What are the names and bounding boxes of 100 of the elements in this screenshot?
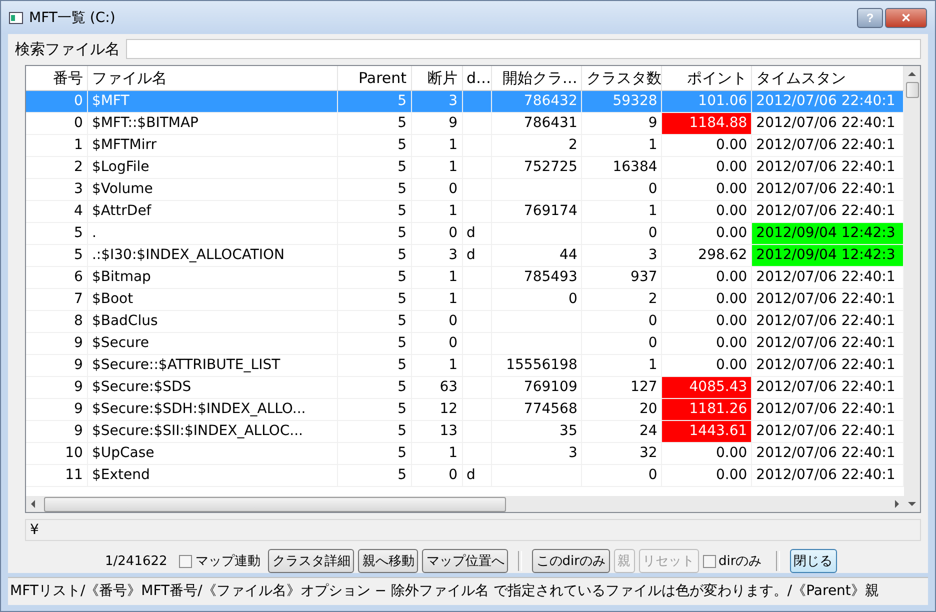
timestamp-cell-text: 2012/07/06 22:40:1 bbox=[755, 114, 896, 134]
fragment-cell-text: 63 bbox=[438, 378, 459, 398]
cluster-count-cell-text: 127 bbox=[630, 378, 658, 398]
number-cell-text: 2 bbox=[73, 158, 84, 178]
action-button[interactable]: マップ位置へ bbox=[422, 549, 508, 574]
action-button[interactable]: 閉じる bbox=[790, 549, 837, 574]
cluster-count-cell-text: 59328 bbox=[612, 92, 658, 112]
cluster-count-cell-text: 24 bbox=[638, 422, 658, 442]
filename-cell-text: . bbox=[90, 224, 98, 244]
table-row[interactable]: 7 $Boot 5 1 0 2 0.00 2012/07/06 22:40:1 bbox=[26, 289, 904, 312]
action-button[interactable]: クラスタ詳細 bbox=[268, 549, 354, 574]
cluster-count-cell-text: 1 bbox=[647, 136, 658, 156]
column-header[interactable]: ファイル名 bbox=[88, 66, 338, 90]
fragment-cell-text: 1 bbox=[448, 202, 459, 222]
point-cell-text: 0.00 bbox=[715, 202, 748, 222]
column-header[interactable]: 断片 bbox=[412, 66, 463, 90]
table-row[interactable]: 5 .:$I30:$INDEX_ALLOCATION 5 3 d 44 3 298.62 2012/09/04 12:42:3 bbox=[26, 245, 904, 268]
table-row[interactable]: 9 $Secure:$SDS 5 63 769109 127 4085.43 2012/07/06 22:40:1 bbox=[26, 377, 904, 400]
horizontal-scrollbar[interactable] bbox=[26, 496, 904, 512]
fragment-cell-text: 3 bbox=[448, 92, 459, 112]
fragment-cell-text: 1 bbox=[448, 356, 459, 376]
column-header[interactable]: d… bbox=[462, 66, 492, 90]
point-cell-text: 0.00 bbox=[715, 136, 748, 156]
action-button[interactable]: このdirのみ bbox=[532, 549, 610, 574]
scroll-right-icon[interactable] bbox=[894, 500, 900, 508]
checkbox[interactable]: マップ連動 bbox=[179, 552, 260, 570]
scroll-thumb[interactable] bbox=[44, 496, 506, 512]
dir-flag-cell-text: d bbox=[466, 224, 476, 244]
point-cell-text: 0.00 bbox=[715, 444, 748, 464]
window-title: MFT一覧 (C:) bbox=[29, 8, 116, 27]
filename-cell-text: $BadClus bbox=[90, 312, 159, 332]
table-row[interactable]: 1 $MFTMirr 5 1 2 1 0.00 2012/07/06 22:40:1 bbox=[26, 135, 904, 158]
number-cell-text: 9 bbox=[73, 334, 84, 354]
table-row[interactable]: 8 $BadClus 5 0 0 0.00 2012/07/06 22:40:1 bbox=[26, 311, 904, 334]
table-row[interactable]: 11 $Extend 5 0 d 0 0.00 2012/07/06 22:40:1 bbox=[26, 465, 904, 488]
column-header[interactable]: 開始クラ… bbox=[492, 66, 582, 90]
start-cluster-cell-text: 785493 bbox=[522, 268, 578, 288]
column-header[interactable]: Parent bbox=[338, 66, 412, 90]
fragment-cell-text: 1 bbox=[448, 290, 459, 310]
table-row[interactable]: 9 $Secure:$SDH:$INDEX_ALLO... 5 12 774568 20 1181.26 2012/07/06 22:40:1 bbox=[26, 399, 904, 422]
table-row[interactable]: 9 $Secure::$ATTRIBUTE_LIST 5 1 15556198 1 0.00 2012/07/06 22:40:1 bbox=[26, 355, 904, 378]
cluster-count-cell-text: 0 bbox=[647, 334, 658, 354]
search-field[interactable] bbox=[126, 39, 921, 60]
table-row[interactable]: 5 . 5 0 d 0 0.00 2012/09/04 12:42:3 bbox=[26, 223, 904, 246]
scroll-up-icon[interactable] bbox=[908, 71, 916, 78]
timestamp-cell-text: 2012/07/06 22:40:1 bbox=[755, 180, 896, 200]
start-cluster-cell-text: 769174 bbox=[522, 202, 578, 222]
parent-cell-text: 5 bbox=[396, 92, 408, 112]
timestamp-cell-text: 2012/07/06 22:40:1 bbox=[755, 466, 896, 486]
fragment-cell-text: 0 bbox=[448, 180, 459, 200]
filename-cell-text: $Extend bbox=[90, 466, 151, 486]
number-cell-text: 3 bbox=[73, 180, 84, 200]
start-cluster-cell-text: 0 bbox=[567, 290, 578, 310]
filename-cell-text: $Secure:$SDS bbox=[90, 378, 192, 398]
vertical-scrollbar[interactable] bbox=[904, 66, 920, 512]
parent-cell-text: 5 bbox=[396, 224, 408, 244]
search-label: 検索ファイル名 bbox=[15, 40, 120, 59]
number-cell-text: 4 bbox=[73, 202, 84, 222]
scroll-left-icon[interactable] bbox=[30, 500, 36, 508]
table-row[interactable]: 0 $MFT::$BITMAP 5 9 786431 9 1184.88 2012/07/06 22:40:1 bbox=[26, 113, 904, 136]
cluster-count-cell-text: 0 bbox=[647, 312, 658, 332]
timestamp-cell-text: 2012/07/06 22:40:1 bbox=[755, 356, 896, 376]
cluster-count-cell-text: 937 bbox=[630, 268, 658, 288]
filename-cell-text: $UpCase bbox=[90, 444, 156, 464]
scroll-down-icon[interactable] bbox=[908, 501, 916, 508]
path-field[interactable]: ¥ bbox=[25, 519, 921, 542]
table-row[interactable]: 10 $UpCase 5 1 3 32 0.00 2012/07/06 22:40:1 bbox=[26, 443, 904, 466]
point-cell-text: 0.00 bbox=[715, 356, 748, 376]
parent-cell-text: 5 bbox=[396, 158, 408, 178]
table-row[interactable]: 3 $Volume 5 0 0 0.00 2012/07/06 22:40:1 bbox=[26, 179, 904, 202]
start-cluster-cell-text: 15556198 bbox=[505, 356, 578, 376]
timestamp-cell-text: 2012/07/06 22:40:1 bbox=[755, 378, 896, 398]
action-button[interactable]: 親へ移動 bbox=[358, 549, 418, 574]
column-header[interactable]: ポイント bbox=[662, 66, 752, 90]
parent-cell-text: 5 bbox=[396, 356, 408, 376]
timestamp-cell: 2012/09/04 12:42:3 bbox=[752, 223, 903, 244]
column-header[interactable]: クラスタ数 bbox=[582, 66, 662, 90]
fragment-cell-text: 0 bbox=[448, 466, 459, 486]
timestamp-cell-text: 2012/07/06 22:40:1 bbox=[755, 290, 896, 310]
checkbox[interactable]: dirのみ bbox=[702, 552, 762, 570]
point-cell: 4085.43 bbox=[662, 377, 752, 398]
cluster-count-cell-text: 0 bbox=[647, 224, 658, 244]
table-row[interactable]: 2 $LogFile 5 1 752725 16384 0.00 2012/07/06 22:40:1 bbox=[26, 157, 904, 180]
parent-cell-text: 5 bbox=[396, 202, 408, 222]
fragment-cell-text: 12 bbox=[438, 400, 459, 420]
number-cell-text: 1 bbox=[73, 136, 84, 156]
table-row[interactable]: 6 $Bitmap 5 1 785493 937 0.00 2012/07/06 22:40:1 bbox=[26, 267, 904, 290]
table-row[interactable]: 9 $Secure 5 0 0 0.00 2012/07/06 22:40:1 bbox=[26, 333, 904, 356]
timestamp-cell: 2012/09/04 12:42:3 bbox=[752, 245, 903, 266]
point-cell-text: 0.00 bbox=[715, 268, 748, 288]
scroll-thumb[interactable] bbox=[906, 82, 918, 98]
cluster-count-cell-text: 0 bbox=[647, 180, 658, 200]
point-cell-text: 0.00 bbox=[715, 466, 748, 486]
column-header[interactable]: 番号 bbox=[26, 66, 88, 90]
parent-cell-text: 5 bbox=[396, 180, 408, 200]
table-row[interactable]: 9 $Secure:$SII:$INDEX_ALLOC... 5 13 35 24 1443.61 2012/07/06 22:40:1 bbox=[26, 421, 904, 444]
start-cluster-cell-text: 2 bbox=[567, 136, 578, 156]
fragment-cell-text: 9 bbox=[448, 114, 459, 134]
record-count: 1/241622 bbox=[105, 554, 168, 569]
point-cell: 1184.88 bbox=[662, 113, 752, 134]
